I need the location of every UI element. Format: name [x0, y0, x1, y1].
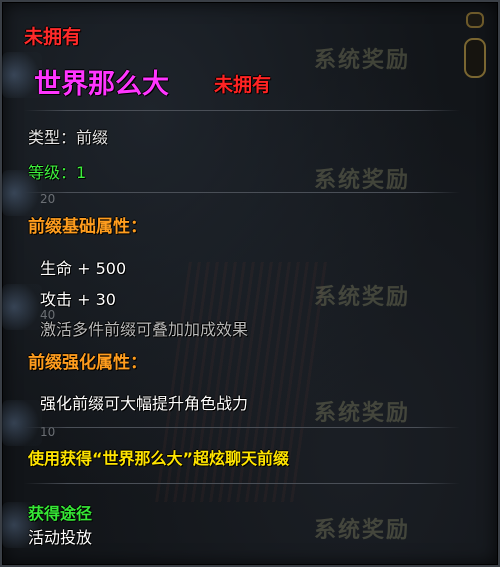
- source-value: 活动投放: [28, 528, 93, 547]
- stat-hp: 生命 + 500: [40, 259, 127, 278]
- item-level: 等级：1: [28, 163, 87, 182]
- ownership-status: 未拥有: [24, 26, 82, 48]
- divider: [24, 427, 460, 428]
- item-tooltip: 20 40 10 系统奖励 系统奖励 系统奖励 系统奖励 系统奖励 未拥有 世界…: [0, 0, 500, 567]
- background-reward-label: 系统奖励: [314, 518, 411, 543]
- item-name: 世界那么大: [34, 69, 169, 100]
- background-reward-label: 系统奖励: [314, 401, 411, 426]
- item-ownership-status: 未拥有: [214, 74, 272, 96]
- background-level-label: 20: [40, 192, 56, 206]
- enhance-attributes-title: 前缀强化属性：: [28, 353, 147, 373]
- stat-attack: 攻击 + 30: [40, 290, 116, 309]
- divider: [24, 483, 460, 484]
- enhance-description: 强化前缀可大幅提升角色战力: [40, 394, 249, 413]
- base-attributes-title: 前缀基础属性：: [28, 217, 147, 237]
- divider: [24, 192, 460, 193]
- background-reward-label: 系统奖励: [314, 48, 411, 73]
- background-item-slot: [2, 284, 42, 330]
- usage-text: 使用获得“世界那么大”超炫聊天前缀: [28, 449, 290, 468]
- source-title: 获得途径: [28, 504, 93, 523]
- scroll-up-button[interactable]: [466, 12, 484, 28]
- item-type: 类型：前缀: [28, 128, 109, 147]
- stack-bonus-note: 激活多件前缀可叠加加成效果: [40, 320, 249, 339]
- background-item-slot: [2, 400, 42, 446]
- scrollbar-thumb[interactable]: [464, 38, 486, 78]
- background-reward-label: 系统奖励: [314, 285, 411, 310]
- background-reward-label: 系统奖励: [314, 168, 411, 193]
- divider: [24, 110, 460, 111]
